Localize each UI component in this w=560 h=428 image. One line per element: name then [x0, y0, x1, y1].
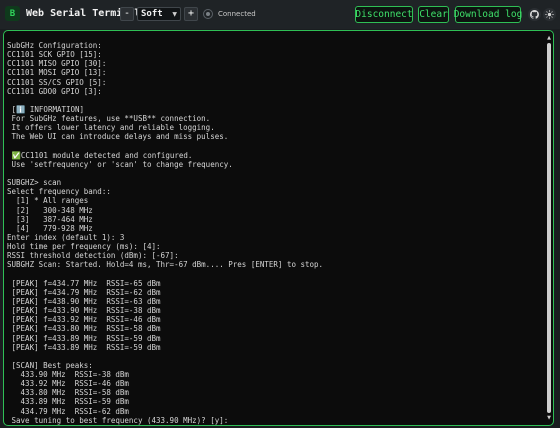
terminal-line: Enter index (default 1): 3 [7, 232, 125, 242]
terminal-line: 433.89 MHz RSSI=-59 dBm [7, 397, 129, 407]
github-icon[interactable] [528, 8, 541, 21]
theme-icon[interactable] [543, 8, 556, 21]
terminal-line: For SubGHz features, use **USB** connect… [7, 114, 211, 124]
mode-decrement-button[interactable]: - [120, 7, 134, 21]
terminal-line: Use 'setfrequency' or 'scan' to change f… [7, 159, 233, 169]
disconnect-button[interactable]: Disconnect [355, 6, 413, 23]
terminal-line: [PEAK] f=433.90 MHz RSSI=-38 dBm [7, 306, 161, 316]
terminal-line: SUBGHZ Scan: Started. Hold=4 ms, Thr=-67… [7, 260, 324, 270]
terminal-line: SUBGHZ> scan [7, 178, 62, 188]
terminal-line: CC1101 MISO GPIO [30]: [7, 59, 107, 69]
terminal-line: [1] * All ranges [7, 196, 89, 206]
connection-status: Connected [218, 10, 256, 18]
terminal-line: [SCAN] Best peaks: [7, 360, 93, 370]
logo-letter: B [9, 8, 16, 19]
terminal-line: [PEAK] f=433.80 MHz RSSI=-58 dBm [7, 324, 161, 334]
app-logo: B [5, 6, 20, 21]
terminal-line: CC1101 MOSI GPIO [13]: [7, 68, 107, 78]
terminal-line: 433.80 MHz RSSI=-58 dBm [7, 388, 129, 398]
terminal-line: Save tuning to best frequency (433.90 MH… [7, 415, 229, 425]
terminal-line: Select frequency band:: [7, 187, 111, 197]
terminal-output[interactable]: SubGHz Configuration: CC1101 SCK GPIO [15… [3, 30, 554, 426]
chevron-down-icon: ▼ [172, 10, 177, 18]
terminal-line: [PEAK] f=438.90 MHz RSSI=-63 dBm [7, 296, 161, 306]
mode-increment-button[interactable]: + [184, 7, 198, 21]
terminal-line: [2] 300-348 MHz [7, 205, 93, 215]
terminal-line: 434.79 MHz RSSI=-62 dBm [7, 406, 129, 416]
terminal-scrollbar[interactable]: ▲ ▼ [546, 35, 552, 421]
terminal-line: [PEAK] f=434.79 MHz RSSI=-62 dBm [7, 287, 161, 297]
terminal-log: SubGHz Configuration: CC1101 SCK GPIO [15… [7, 41, 545, 425]
terminal-line: CC1101 SCK GPIO [15]: [7, 50, 102, 60]
terminal-line: [4] 779-928 MHz [7, 223, 93, 233]
terminal-line: ✅CC1101 module detected and configured. [7, 150, 193, 160]
terminal-line: [PEAK] f=433.89 MHz RSSI=-59 dBm [7, 333, 161, 343]
terminal-line: [PEAK] f=433.89 MHz RSSI=-59 dBm [7, 342, 161, 352]
terminal-line: [ℹ️ INFORMATION] [7, 104, 85, 114]
scrollbar-thumb[interactable] [547, 43, 551, 413]
terminal-line: [PEAK] f=433.92 MHz RSSI=-46 dBm [7, 315, 161, 325]
terminal-line: RSSI threshold detection (dBm): [-67]: [7, 251, 179, 261]
clear-button[interactable]: Clear [418, 6, 449, 23]
terminal-line: Hold time per frequency (ms): [4]: [7, 242, 161, 252]
scroll-down-icon[interactable]: ▼ [546, 415, 552, 421]
terminal-line: [3] 387-464 MHz [7, 214, 93, 224]
terminal-line: [PEAK] f=434.77 MHz RSSI=-65 dBm [7, 278, 161, 288]
download-log-button[interactable]: Download log [454, 6, 522, 23]
mode-select-value: Soft [141, 9, 163, 19]
scroll-up-icon[interactable]: ▲ [546, 35, 552, 41]
terminal-line: 433.92 MHz RSSI=-46 dBm [7, 379, 129, 389]
mode-select[interactable]: Soft ▼ [137, 7, 181, 21]
status-icon [203, 9, 213, 19]
terminal-line: It offers lower latency and reliable log… [7, 123, 215, 133]
mode-stepper: - Soft ▼ + [120, 7, 198, 21]
top-toolbar: B Web Serial Terminal - Soft ▼ + Connect… [0, 0, 560, 29]
terminal-line: The Web UI can introduce delays and miss… [7, 132, 229, 142]
terminal-line: CC1101 SS/CS GPIO [5]: [7, 77, 107, 87]
terminal-line: CC1101 GDO0 GPIO [3]: [7, 86, 102, 96]
terminal-line: SubGHz Configuration: [7, 41, 102, 50]
terminal-line: 433.90 MHz RSSI=-38 dBm [7, 370, 129, 380]
